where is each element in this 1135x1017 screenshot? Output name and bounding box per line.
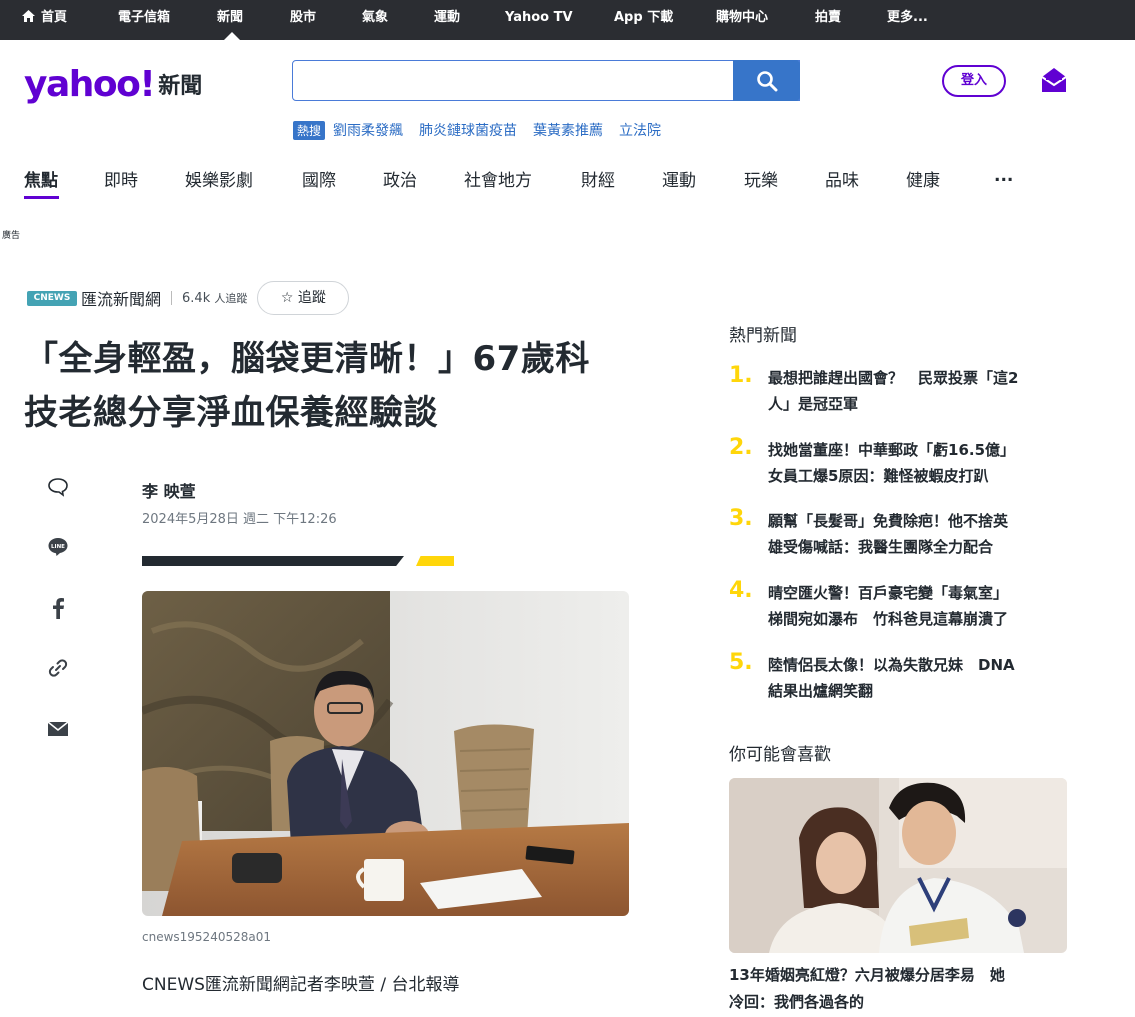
author-name[interactable]: 李 映萱: [142, 478, 196, 502]
recommend-line: 13年婚姻亮紅燈？六月被爆分居李易 她: [729, 966, 1005, 984]
hot-news-line: 結果出爐網笑翻: [768, 682, 874, 700]
rank-number: 4.: [729, 578, 753, 603]
article-headline: 「全身輕盈，腦袋更清晰！」67歲科 技老總分享淨血保養經驗談: [24, 332, 704, 440]
topnav-mail[interactable]: 電子信箱: [118, 0, 170, 40]
rank-number: 2.: [729, 435, 753, 460]
hot-news-line: 願幫「長髮哥」免費除疤！他不捨英: [768, 512, 1009, 530]
recommend-title: 你可能會喜歡: [729, 745, 831, 765]
hot-news-line: 女員工爆5原因：難怪被蝦皮打趴: [768, 467, 989, 485]
recommend-line: 冷回：我們各過各的: [729, 993, 865, 1011]
search-button[interactable]: [733, 60, 800, 101]
topnav-more[interactable]: 更多...: [887, 0, 928, 40]
category-more[interactable]: ...: [994, 166, 1013, 186]
publisher-logo[interactable]: CNEWS: [27, 290, 77, 306]
search-box: [292, 60, 800, 101]
rank-number: 3.: [729, 506, 753, 531]
trending-link[interactable]: 葉黃素推薦: [533, 123, 603, 139]
topnav-stock[interactable]: 股市: [290, 0, 316, 40]
follower-suffix: 人追蹤: [214, 292, 248, 305]
topnav-weather[interactable]: 氣象: [362, 0, 388, 40]
search-input[interactable]: [293, 61, 733, 100]
category-tab[interactable]: 玩樂: [744, 166, 778, 191]
hot-news-line: 晴空匯火警！百戶豪宅變「毒氣室」: [768, 584, 1009, 602]
hot-news-line: 陸情侶長太像！以為失散兄妹 DNA: [768, 656, 1015, 674]
follower-count: 6.4k 人追蹤: [182, 290, 247, 306]
category-tab[interactable]: 即時: [104, 166, 138, 191]
follow-label: 追蹤: [297, 290, 326, 306]
trending-link[interactable]: 肺炎鏈球菌疫苗: [419, 123, 517, 139]
category-tab[interactable]: 國際: [302, 166, 336, 191]
category-tab[interactable]: 財經: [581, 166, 615, 191]
search-icon: [756, 70, 777, 91]
link-icon[interactable]: [46, 656, 70, 680]
star-icon: ☆: [280, 290, 294, 306]
hot-news-line: 人」是冠亞軍: [768, 395, 859, 413]
ad-label: 廣告: [2, 231, 21, 241]
hot-news-item[interactable]: 4. 晴空匯火警！百戶豪宅變「毒氣室」 梯間宛如瀑布 竹科爸見這幕崩潰了: [729, 578, 1074, 632]
rank-number: 1.: [729, 363, 753, 388]
recommended-story-photo[interactable]: [729, 778, 1067, 953]
hot-news-line: 最想把誰趕出國會？ 民眾投票「這2: [768, 369, 1019, 387]
publisher-row: CNEWS 匯流新聞網 6.4k 人追蹤 ☆ 追蹤: [27, 281, 350, 315]
line-icon[interactable]: LINE: [46, 535, 70, 559]
trending-badge: 熱搜: [293, 120, 326, 140]
category-tab[interactable]: 運動: [662, 166, 696, 191]
topnav-home[interactable]: 首頁: [22, 0, 67, 40]
topnav-shopping[interactable]: 購物中心: [716, 0, 768, 40]
decorative-bar-accent: [416, 556, 454, 566]
hot-news-item[interactable]: 5. 陸情侶長太像！以為失散兄妹 DNA 結果出爐網笑翻: [729, 650, 1074, 704]
hot-news-item[interactable]: 1. 最想把誰趕出國會？ 民眾投票「這2 人」是冠亞軍: [729, 363, 1074, 417]
divider: [171, 291, 173, 305]
hot-news-line: 雄受傷喊話：我醫生團隊全力配合: [768, 538, 994, 556]
mail-icon[interactable]: [1040, 66, 1068, 98]
topnav-yahoo-tv[interactable]: Yahoo TV: [505, 0, 573, 40]
publisher-name[interactable]: 匯流新聞網: [81, 286, 161, 310]
topnav-auction[interactable]: 拍賣: [815, 0, 841, 40]
article-paragraph: CNEWS匯流新聞網記者李映萱 / 台北報導: [142, 975, 460, 995]
hot-news-item[interactable]: 3. 願幫「長髮哥」免費除疤！他不捨英 雄受傷喊話：我醫生團隊全力配合: [729, 506, 1074, 560]
news-section-label: 新聞: [158, 74, 203, 99]
follower-number: 6.4k: [182, 291, 211, 306]
yahoo-news-logo[interactable]: yahoo! 新聞: [24, 64, 202, 108]
mail-share-icon[interactable]: [46, 717, 70, 741]
category-tab[interactable]: 健康: [906, 166, 940, 191]
hot-news-line: 梯間宛如瀑布 竹科爸見這幕崩潰了: [768, 610, 1009, 628]
category-tab[interactable]: 品味: [825, 166, 859, 191]
top-navigation-bar: 首頁 電子信箱 新聞 股市 氣象 運動 Yahoo TV App 下載 購物中心…: [0, 0, 1135, 40]
category-tab[interactable]: 焦點: [24, 166, 58, 191]
publish-date: 2024年5月28日 週二 下午12:26: [142, 512, 337, 527]
home-icon: [22, 10, 35, 22]
topnav-home-label: 首頁: [41, 10, 68, 25]
comment-icon[interactable]: [46, 475, 70, 499]
article-photo[interactable]: [142, 591, 629, 916]
trending-link[interactable]: 立法院: [619, 123, 661, 139]
headline-line: 技老總分享淨血保養經驗談: [24, 393, 438, 433]
topnav-app-download[interactable]: App 下載: [614, 0, 673, 40]
decorative-bar: [142, 556, 404, 566]
topnav-sports[interactable]: 運動: [434, 0, 460, 40]
svg-text:LINE: LINE: [51, 544, 65, 550]
facebook-icon[interactable]: [46, 596, 70, 620]
rank-number: 5.: [729, 650, 753, 675]
follow-button[interactable]: ☆ 追蹤: [257, 281, 350, 315]
trending-searches: 熱搜 劉雨柔發飆 肺炎鏈球菌疫苗 葉黃素推薦 立法院: [293, 120, 677, 142]
login-button[interactable]: 登入: [942, 65, 1006, 97]
hot-news-item[interactable]: 2. 找她當董座！中華郵政「虧16.5億」 女員工爆5原因：難怪被蝦皮打趴: [729, 435, 1074, 489]
active-tab-caret: [224, 32, 240, 40]
category-tab[interactable]: 社會地方: [464, 166, 532, 191]
hot-news-line: 找她當董座！中華郵政「虧16.5億」: [768, 441, 1016, 459]
trending-link[interactable]: 劉雨柔發飆: [333, 123, 403, 139]
category-nav: 焦點 即時 娛樂影劇 國際 政治 社會地方 財經 運動 玩樂 品味 健康 ...: [0, 166, 1135, 202]
category-tab[interactable]: 政治: [383, 166, 417, 191]
image-caption: cnews195240528a01: [142, 930, 271, 944]
active-category-underline: [24, 196, 59, 199]
hot-news-title: 熱門新聞: [729, 326, 797, 346]
yahoo-logo-text: yahoo!: [24, 64, 156, 105]
headline-line: 「全身輕盈，腦袋更清晰！」67歲科: [24, 339, 590, 379]
category-tab[interactable]: 娛樂影劇: [185, 166, 253, 191]
recommended-story-title[interactable]: 13年婚姻亮紅燈？六月被爆分居李易 她 冷回：我們各過各的: [729, 962, 1069, 1016]
